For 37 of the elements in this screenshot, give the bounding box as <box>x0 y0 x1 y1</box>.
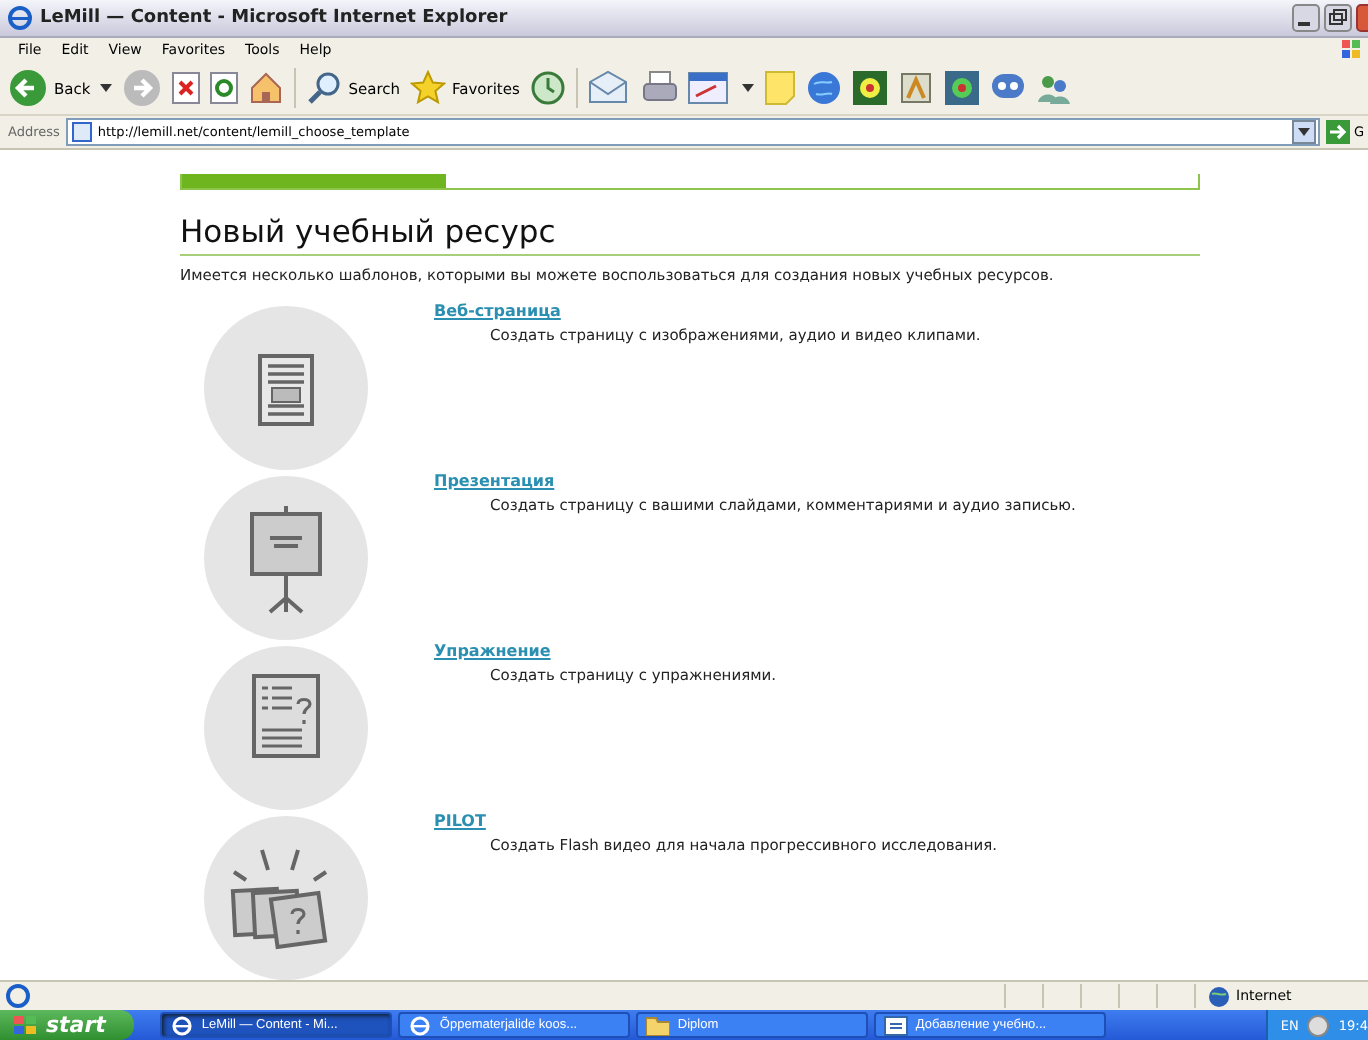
template-link[interactable]: Упражнение <box>434 642 777 660</box>
dropdown-caret-icon[interactable] <box>1291 120 1316 144</box>
window-title: LeMill — Content - Microsoft Internet Explorer <box>40 8 510 28</box>
history-icon[interactable] <box>529 70 566 106</box>
mail-icon[interactable] <box>587 70 632 106</box>
worksheet-icon <box>204 646 368 810</box>
easel-icon <box>204 476 368 640</box>
restore-icon[interactable] <box>1324 4 1352 32</box>
search-icon <box>306 70 343 106</box>
globe-icon <box>1208 985 1230 1007</box>
windows-logo-icon <box>1340 38 1360 62</box>
webpage-icon <box>204 306 368 470</box>
ie-logo-icon <box>407 1015 432 1035</box>
dropdown-caret-icon[interactable] <box>100 84 113 92</box>
template-link[interactable]: PILOT <box>434 812 998 830</box>
minimize-icon[interactable] <box>1292 4 1320 32</box>
close-icon[interactable] <box>1356 4 1368 32</box>
document-icon <box>883 1015 908 1035</box>
dropdown-caret-icon[interactable] <box>741 84 754 92</box>
stop-icon[interactable] <box>172 72 201 104</box>
template-link[interactable]: Веб-страница <box>434 302 981 320</box>
print-icon[interactable] <box>641 70 678 106</box>
flower-icon[interactable] <box>943 70 980 106</box>
ie-logo-icon <box>8 6 32 30</box>
ie-logo-icon <box>169 1015 194 1035</box>
windows-logo-icon <box>12 1013 40 1037</box>
star-icon <box>410 70 446 106</box>
edit-icon[interactable] <box>687 72 732 104</box>
refresh-icon[interactable] <box>210 72 239 104</box>
folder-icon <box>645 1015 670 1035</box>
go-arrow-icon <box>1325 120 1350 144</box>
home-icon[interactable] <box>248 70 285 106</box>
people-icon[interactable] <box>1035 70 1072 106</box>
template-link[interactable]: Презентация <box>434 472 1076 490</box>
globe-icon[interactable] <box>805 70 842 106</box>
page-heading: Новый учебный ресурс <box>180 214 1200 256</box>
flower-icon[interactable] <box>851 70 888 106</box>
